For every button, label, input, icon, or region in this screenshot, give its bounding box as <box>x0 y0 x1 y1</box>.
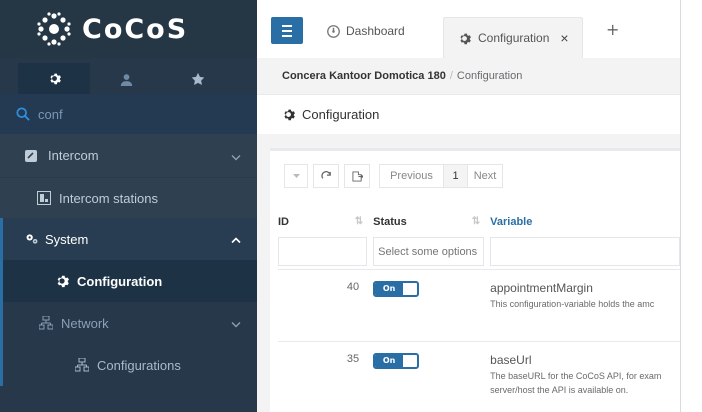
previous-page-button[interactable]: Previous <box>379 164 443 188</box>
page-header: Configuration <box>257 94 680 134</box>
row-status: On <box>373 268 491 341</box>
chevron-up-icon <box>231 232 241 247</box>
table-header-row: ID ⇅ Status ⇅ Variable <box>278 207 680 237</box>
column-variable[interactable]: Variable <box>490 207 680 237</box>
tab-label: Dashboard <box>346 24 405 38</box>
sidebar-item-label: Configuration <box>77 273 163 289</box>
variable-filter-input[interactable] <box>490 237 680 266</box>
chevron-down-icon <box>231 316 241 331</box>
search-icon <box>16 107 30 121</box>
intercom-icon <box>24 149 38 163</box>
user-icon <box>120 73 132 86</box>
menu-toggle-button[interactable] <box>271 17 303 44</box>
refresh-icon <box>320 170 331 179</box>
content-card: Previous 1 Next ID ⇅ Status ⇅ Variable S… <box>270 148 680 412</box>
status-toggle[interactable]: On <box>373 280 420 297</box>
sidebar-item-network[interactable]: Network <box>0 302 257 344</box>
row-variable: baseUrl The baseURL for the CoCoS API, f… <box>490 340 680 412</box>
sidebar: CoCoS Intercom Intercom stations <box>0 0 257 412</box>
breadcrumb-root[interactable]: Concera Kantoor Domotica 180 <box>282 70 446 82</box>
status-toggle[interactable]: On <box>373 352 420 369</box>
row-status: On <box>373 340 491 412</box>
sidebar-item-system[interactable]: System <box>0 218 257 260</box>
variable-description: This configuration-variable holds the am… <box>490 298 655 309</box>
refresh-button[interactable] <box>313 164 339 188</box>
breadcrumb-separator: / <box>449 70 453 82</box>
column-status[interactable]: Status ⇅ <box>373 207 490 237</box>
gear-icon <box>49 73 61 85</box>
sort-icon: ⇅ <box>471 216 481 227</box>
variable-description-cont: server/host the API is available on. <box>490 384 629 395</box>
station-icon <box>37 191 51 205</box>
star-icon <box>191 72 205 85</box>
status-filter-select[interactable] <box>373 237 485 266</box>
app-root: CoCoS Intercom Intercom stations <box>0 0 702 412</box>
pagination: Previous 1 Next <box>379 164 503 188</box>
sidebar-item-label: Configurations <box>97 357 181 373</box>
breadcrumb: Concera Kantoor Domotica 180 / Configura… <box>257 58 680 94</box>
column-id[interactable]: ID ⇅ <box>278 207 373 237</box>
gears-icon <box>25 232 39 246</box>
sidebar-search-input[interactable] <box>38 106 228 122</box>
sidebar-item-label: Intercom stations <box>59 190 158 206</box>
configuration-table: ID⇅ Status⇅ Variable 40 On appointmentMa… <box>278 207 680 412</box>
dashboard-icon <box>327 24 340 38</box>
dropdown-button[interactable] <box>284 164 308 188</box>
sidebar-item-label: System <box>45 231 89 247</box>
row-id: 40 <box>278 268 374 341</box>
export-icon <box>351 170 363 182</box>
caret-down-icon <box>292 174 300 178</box>
row-id: 35 <box>278 340 374 412</box>
sidebar-tab-favorites[interactable] <box>162 64 234 94</box>
sidebar-tab-user[interactable] <box>90 64 162 94</box>
add-tab-button[interactable]: + <box>606 20 619 39</box>
sidebar-item-label: Intercom <box>48 148 99 163</box>
sidebar-tab-settings[interactable] <box>18 63 90 94</box>
table-row[interactable]: 40 On appointmentMargin This configurati… <box>278 268 680 341</box>
app-logo-text: CoCoS <box>82 13 189 45</box>
gear-icon <box>55 274 69 288</box>
table-filter-row <box>278 237 680 269</box>
chevron-down-icon <box>231 148 241 163</box>
row-variable: appointmentMargin This configuration-var… <box>490 268 680 341</box>
logo-bar: CoCoS <box>0 0 257 58</box>
cocos-logo-icon <box>37 12 71 46</box>
sidebar-item-configurations[interactable]: Configurations <box>0 344 257 386</box>
page-title: Configuration <box>302 107 380 122</box>
table-toolbar: Previous 1 Next <box>284 164 503 188</box>
close-icon[interactable]: × <box>560 30 568 46</box>
export-button[interactable] <box>344 164 370 188</box>
sidebar-tabs <box>0 58 257 94</box>
variable-description: The baseURL for the CoCoS API, for exam <box>490 370 662 381</box>
variable-name: baseUrl <box>490 352 532 367</box>
page-1-button[interactable]: 1 <box>443 164 467 188</box>
right-scroll-gutter <box>680 0 702 412</box>
sort-icon: ⇅ <box>354 216 364 227</box>
top-tab-bar: Dashboard Configuration × + <box>257 0 680 58</box>
tab-dashboard[interactable]: Dashboard <box>327 18 405 44</box>
sidebar-search <box>0 94 257 134</box>
main-panel: Dashboard Configuration × + Concera Kant… <box>257 0 702 412</box>
breadcrumb-current: Configuration <box>456 70 523 82</box>
table-row[interactable]: 35 On baseUrl The baseURL for the CoCoS … <box>278 340 680 412</box>
sidebar-footer <box>0 386 257 412</box>
variable-name: appointmentMargin <box>490 280 593 295</box>
sidebar-item-intercom-stations[interactable]: Intercom stations <box>0 178 257 218</box>
gear-icon <box>460 33 471 44</box>
network-icon <box>39 316 53 330</box>
network-icon <box>75 358 89 372</box>
sidebar-item-intercom[interactable]: Intercom <box>0 134 257 178</box>
id-filter-input[interactable] <box>278 237 368 266</box>
next-page-button[interactable]: Next <box>467 164 503 188</box>
gear-icon <box>284 109 295 121</box>
tab-configuration[interactable]: Configuration × <box>443 17 583 58</box>
tab-label: Configuration <box>478 31 550 45</box>
sidebar-item-label: Network <box>61 315 109 331</box>
sidebar-item-configuration[interactable]: Configuration <box>0 260 257 302</box>
